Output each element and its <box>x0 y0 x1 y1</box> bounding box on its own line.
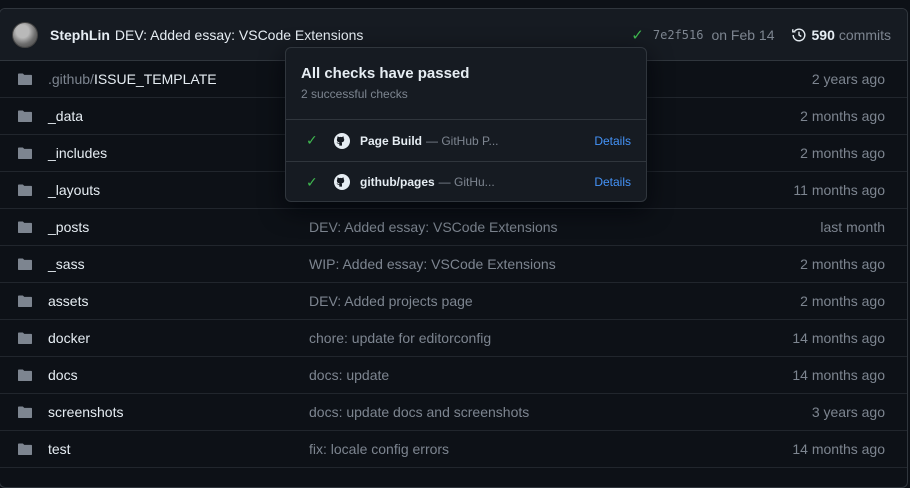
file-name[interactable]: _includes <box>48 145 309 161</box>
file-commit-time: 14 months ago <box>792 367 885 383</box>
file-commit-message[interactable]: DEV: Added projects page <box>309 293 800 309</box>
check-icon: ✓ <box>306 173 318 190</box>
file-row[interactable]: docker chore: update for editorconfig 14 m… <box>0 320 907 357</box>
popover-subtitle: 2 successful checks <box>301 87 408 101</box>
file-commit-message[interactable]: docs: update <box>309 367 792 383</box>
check-row: ✓ github/pages — GitHu... Details <box>286 161 646 202</box>
file-commit-time: 2 months ago <box>800 108 885 124</box>
check-description: — GitHu... <box>438 175 495 189</box>
github-icon <box>334 132 350 149</box>
check-row: ✓ Page Build — GitHub P... Details <box>286 120 646 161</box>
file-row[interactable]: _sass WIP: Added essay: VSCode Extensions… <box>0 246 907 283</box>
file-name-label[interactable]: docs <box>48 367 78 383</box>
file-commit-time: 14 months ago <box>792 441 885 457</box>
file-name[interactable]: _layouts <box>48 182 309 198</box>
popover-header: All checks have passed 2 successful chec… <box>286 48 646 120</box>
file-commit-time: 14 months ago <box>792 330 885 346</box>
file-commit-message[interactable]: chore: update for editorconfig <box>309 330 792 346</box>
check-description: — GitHub P... <box>426 133 499 148</box>
file-commit-message[interactable]: DEV: Added essay: VSCode Extensions <box>309 219 820 235</box>
file-commit-message[interactable]: fix: locale config errors <box>309 441 792 457</box>
file-name-label[interactable]: _includes <box>48 145 107 161</box>
folder-icon <box>17 330 33 346</box>
folder-icon <box>17 367 33 383</box>
commit-message[interactable]: DEV: Added essay: VSCode Extensions <box>115 27 364 43</box>
file-row[interactable]: _posts DEV: Added essay: VSCode Extension… <box>0 209 907 246</box>
commits-count[interactable]: 590 <box>812 27 835 43</box>
checks-popover: All checks have passed 2 successful chec… <box>285 47 647 202</box>
details-link[interactable]: Details <box>594 134 631 148</box>
file-name[interactable]: screenshots <box>48 404 309 420</box>
file-name[interactable]: docs <box>48 367 309 383</box>
file-commit-message[interactable]: docs: update docs and screenshots <box>309 404 812 420</box>
folder-icon <box>17 145 33 161</box>
file-name-label[interactable]: screenshots <box>48 404 123 420</box>
folder-icon <box>17 182 33 198</box>
file-row[interactable]: docs docs: update 14 months ago <box>0 357 907 394</box>
check-icon: ✓ <box>306 132 318 148</box>
file-name[interactable]: .github/ISSUE_TEMPLATE <box>48 71 309 87</box>
commit-date: on Feb 14 <box>711 26 775 43</box>
file-row[interactable]: assets DEV: Added projects page 2 months a… <box>0 283 907 320</box>
file-row[interactable]: screenshots docs: update docs and screens… <box>0 394 907 431</box>
file-name-label[interactable]: _posts <box>48 219 89 235</box>
popover-title: All checks have passed <box>301 65 470 82</box>
file-commit-time: last month <box>820 219 885 235</box>
file-name[interactable]: test <box>48 441 309 457</box>
file-name-label[interactable]: docker <box>48 330 90 346</box>
file-commit-time: 2 months ago <box>800 256 885 272</box>
github-icon <box>334 174 350 190</box>
details-link[interactable]: Details <box>594 175 631 189</box>
folder-icon <box>17 219 33 235</box>
check-icon[interactable]: ✓ <box>631 26 644 44</box>
file-name[interactable]: _sass <box>48 256 309 272</box>
file-commit-time: 2 months ago <box>800 145 885 161</box>
file-commit-message[interactable]: WIP: Added essay: VSCode Extensions <box>309 256 800 272</box>
file-commit-time: 2 years ago <box>811 71 885 87</box>
folder-icon <box>17 441 33 457</box>
folder-icon <box>17 256 33 272</box>
folder-icon <box>17 404 33 420</box>
commit-meta: ✓ 7e2f516 on Feb 14 590 commits <box>631 26 891 44</box>
file-name-label[interactable]: _layouts <box>48 182 100 198</box>
folder-icon <box>17 293 33 309</box>
file-name[interactable]: assets <box>48 293 309 309</box>
file-commit-time: 3 years ago <box>811 404 885 420</box>
file-row[interactable]: test fix: locale config errors 14 months a… <box>0 431 907 468</box>
commits-label[interactable]: commits <box>839 27 891 43</box>
file-name-label[interactable]: _data <box>48 108 83 124</box>
file-commit-time: 11 months ago <box>793 182 885 198</box>
file-name[interactable]: docker <box>48 330 309 346</box>
commit-sha[interactable]: 7e2f516 <box>653 28 704 42</box>
folder-icon <box>17 71 33 87</box>
avatar[interactable] <box>12 21 38 48</box>
file-name-label[interactable]: _sass <box>48 256 85 272</box>
check-name: Page Build <box>360 133 423 148</box>
commit-author[interactable]: StephLin <box>50 27 110 43</box>
file-name-label[interactable]: test <box>48 441 71 457</box>
history-icon[interactable] <box>791 27 807 43</box>
file-name-label[interactable]: ISSUE_TEMPLATE <box>94 71 217 87</box>
file-name[interactable]: _posts <box>48 219 309 235</box>
folder-icon <box>17 108 33 124</box>
file-commit-time: 2 months ago <box>800 293 885 309</box>
check-name: github/pages <box>360 175 435 189</box>
file-name[interactable]: _data <box>48 108 309 124</box>
file-name-label[interactable]: assets <box>48 293 88 309</box>
file-path-prefix[interactable]: .github/ <box>48 71 94 87</box>
